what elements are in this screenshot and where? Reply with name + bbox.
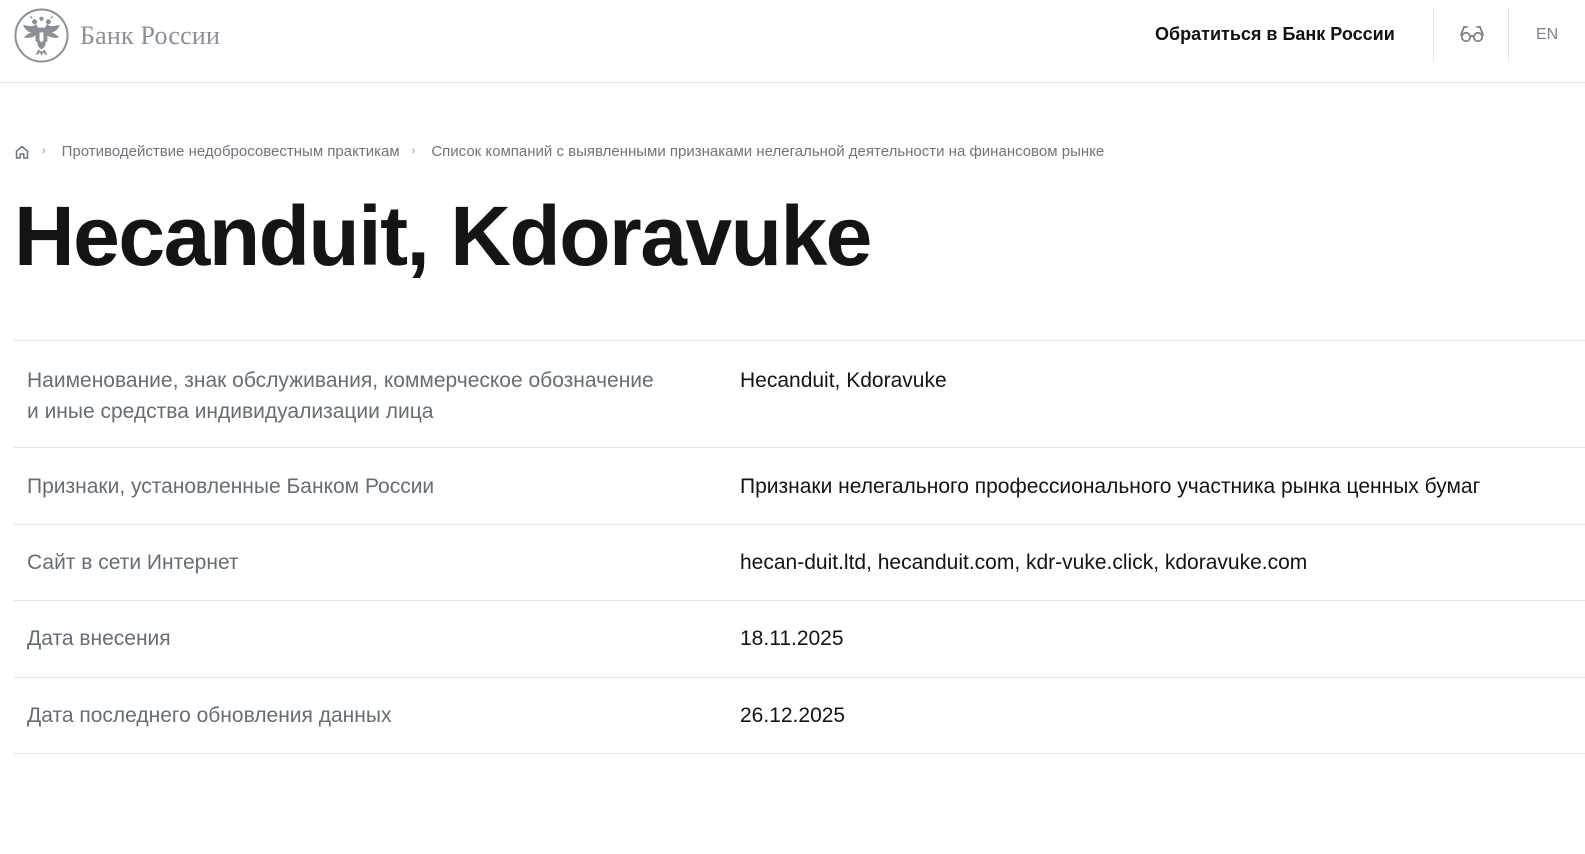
info-value: hecan-duit.ltd, hecanduit.com, kdr-vuke.…	[740, 551, 1308, 574]
accessibility-button[interactable]	[1458, 22, 1486, 46]
company-info-table: Наименование, знак обслуживания, коммерч…	[14, 340, 1585, 754]
glasses-icon	[1460, 26, 1484, 43]
info-label: Наименование, знак обслуживания, коммерч…	[27, 369, 654, 423]
site-header: Банк России Обратиться в Банк России EN	[0, 0, 1585, 83]
info-label: Признаки, установленные Банком России	[27, 475, 435, 498]
info-value: 26.12.2025	[740, 704, 846, 727]
breadcrumb-separator: ›	[411, 144, 416, 157]
breadcrumb-home-link[interactable]	[14, 144, 30, 160]
info-row-date-added: Дата внесения 18.11.2025	[14, 601, 1585, 678]
info-row-date-updated: Дата последнего обновления данных 26.12.…	[14, 678, 1585, 754]
info-value: 18.11.2025	[740, 627, 844, 650]
info-row-websites: Сайт в сети Интернет hecan-duit.ltd, hec…	[14, 525, 1585, 601]
header-divider	[1508, 8, 1509, 62]
language-switch-link[interactable]: EN	[1536, 26, 1558, 44]
info-row-signs: Признаки, установленные Банком России Пр…	[14, 448, 1585, 525]
logo-link[interactable]: Банк России	[14, 8, 220, 63]
contact-bank-link[interactable]: Обратиться в Банк России	[1155, 24, 1395, 45]
info-label: Сайт в сети Интернет	[27, 551, 239, 574]
breadcrumb: › Противодействие недобросовестным практ…	[14, 143, 1104, 160]
info-label: Дата внесения	[27, 627, 171, 650]
header-divider	[1433, 8, 1434, 62]
logo-text: Банк России	[80, 20, 221, 50]
page-title: Hecanduit, Kdoravuke	[14, 189, 872, 283]
bank-emblem-icon	[14, 8, 69, 63]
info-value: Признаки нелегального профессионального …	[740, 475, 1481, 498]
home-icon	[15, 145, 29, 159]
breadcrumb-item-practices[interactable]: Противодействие недобросовестным практик…	[62, 143, 400, 160]
breadcrumb-item-company-list[interactable]: Список компаний с выявленными признаками…	[431, 143, 1104, 160]
info-label: Дата последнего обновления данных	[27, 704, 392, 727]
info-value: Hecanduit, Kdoravuke	[740, 369, 947, 392]
info-row-name: Наименование, знак обслуживания, коммерч…	[14, 341, 1585, 448]
breadcrumb-separator: ›	[42, 144, 46, 157]
